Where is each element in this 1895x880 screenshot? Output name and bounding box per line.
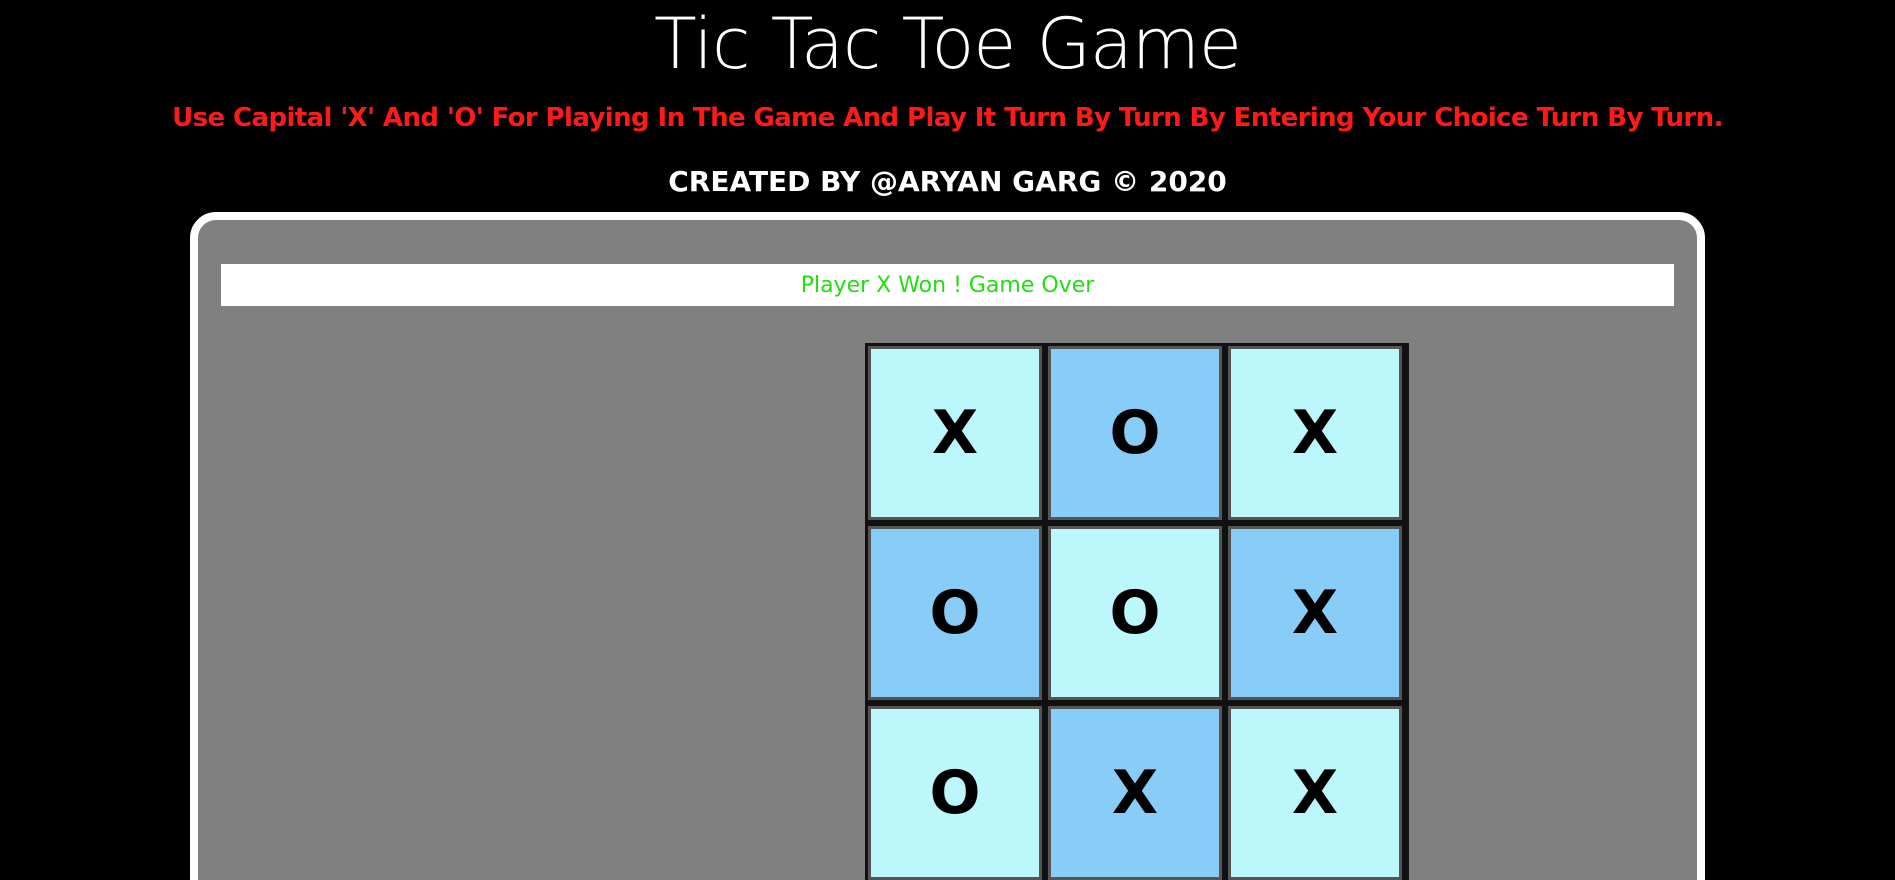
cell-1-3[interactable]: X: [1228, 346, 1402, 520]
cell-3-2[interactable]: X: [1048, 706, 1222, 880]
cell-2-1[interactable]: O: [868, 526, 1042, 700]
game-status: Player X Won ! Game Over: [221, 264, 1674, 306]
cell-1-2[interactable]: O: [1048, 346, 1222, 520]
page: Tic Tac Toe Game Use Capital 'X' And 'O'…: [0, 0, 1895, 880]
cell-2-2[interactable]: O: [1048, 526, 1222, 700]
cell-3-1[interactable]: O: [868, 706, 1042, 880]
page-title: Tic Tac Toe Game: [654, 3, 1242, 85]
credit-text: CREATED BY @ARYAN GARG © 2020: [668, 165, 1227, 198]
cell-1-1[interactable]: X: [868, 346, 1042, 520]
game-board: X O X O O X O X X: [865, 343, 1409, 880]
game-panel: Player X Won ! Game Over X O X O O X O X…: [190, 212, 1705, 880]
cell-3-3[interactable]: X: [1228, 706, 1402, 880]
instructions-text: Use Capital 'X' And 'O' For Playing In T…: [172, 103, 1723, 133]
cell-2-3[interactable]: X: [1228, 526, 1402, 700]
